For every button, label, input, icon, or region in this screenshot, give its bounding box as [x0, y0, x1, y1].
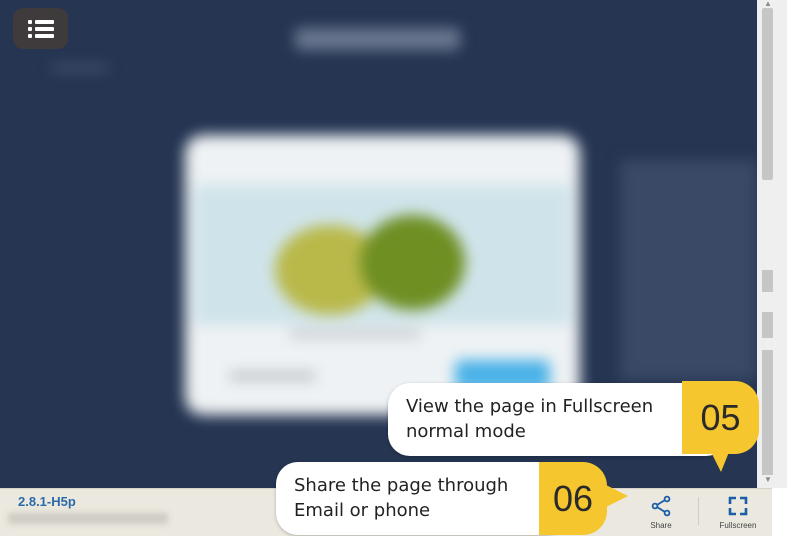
fullscreen-label: Fullscreen	[719, 521, 757, 530]
scroll-track-block	[762, 270, 773, 292]
tooltip-fullscreen-line2: normal mode	[406, 421, 526, 442]
scroll-down-arrow-icon[interactable]: ▼	[764, 476, 772, 484]
step-badge-05: 05	[682, 381, 759, 454]
menu-button[interactable]	[13, 8, 68, 49]
tooltip-share: Share the page through Email or phone	[276, 462, 566, 535]
tooltip-share-line2: Email or phone	[294, 500, 431, 521]
tooltip-fullscreen-line1: View the page in Fullscreen	[406, 396, 654, 417]
fullscreen-icon	[728, 496, 748, 516]
scrollbar[interactable]: ▲ ▼	[757, 0, 787, 488]
badge-06-pointer	[604, 484, 628, 508]
footer-divider	[698, 497, 699, 525]
scroll-track-block	[762, 350, 773, 475]
share-button[interactable]: Share	[632, 489, 690, 534]
version-link[interactable]: 2.8.1-H5p	[18, 494, 76, 509]
blurred-footer-text	[8, 513, 168, 524]
fullscreen-button[interactable]: Fullscreen	[709, 489, 767, 534]
share-label: Share	[650, 521, 672, 530]
step-badge-06: 06	[539, 462, 607, 535]
list-menu-icon	[27, 19, 54, 38]
scrollbar-thumb[interactable]	[762, 8, 773, 180]
badge-05-pointer	[711, 452, 729, 472]
tooltip-fullscreen: View the page in Fullscreen normal mode	[388, 383, 728, 456]
scroll-up-arrow-icon[interactable]: ▲	[764, 0, 772, 8]
share-icon	[651, 495, 671, 517]
scroll-track-block	[762, 312, 773, 338]
tooltip-share-line1: Share the page through	[294, 475, 509, 496]
